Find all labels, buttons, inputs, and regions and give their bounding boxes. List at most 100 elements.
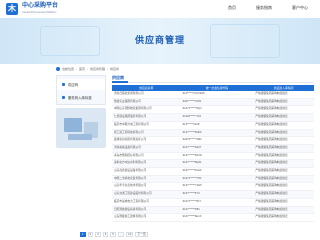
credit-code-cell: 9137******8Q61 <box>180 159 254 169</box>
pagination-button[interactable]: 1 <box>80 232 86 237</box>
credit-code-cell: 91371******T7R <box>180 175 254 184</box>
table-row[interactable]: 中国山东国际物流集团有限公司 91371******8Q4 严格遵循集团采购制度规定 <box>112 105 314 115</box>
pagination-button[interactable]: 3 <box>95 232 101 237</box>
status-cell: 严格遵循集团采购制度规定 <box>253 213 314 222</box>
status-cell: 严格遵循集团采购制度规定 <box>253 91 314 99</box>
status-cell: 严格遵循集团采购制度规定 <box>253 113 314 122</box>
status-cell: 严格遵循集团采购制度规定 <box>253 105 314 115</box>
table-row[interactable]: 济南格康设备有限公司 9137******6A07 严格遵循集团采购制度规定 <box>112 144 314 153</box>
sidebar-item-suppliers[interactable]: 供应商 <box>57 79 105 90</box>
breadcrumb-current: 供应商 <box>110 67 120 71</box>
breadcrumb-separator: › <box>107 67 109 71</box>
status-cell: 严格遵循集团采购制度规定 <box>253 206 314 215</box>
supplier-name-cell[interactable]: 鼎盛实业集团有限公司 <box>112 98 181 107</box>
table-row[interactable]: 青岛市国际招标有限公司 9137******9X2D 严格遵循集团采购制度规定 <box>112 152 314 161</box>
supplier-name-cell[interactable]: 山东交通工程建设股份有限公司 <box>112 190 181 199</box>
nav-item-customer[interactable]: 客户中心 <box>292 5 308 11</box>
supplier-name-cell[interactable]: 中国山东国际物流集团有限公司 <box>112 105 181 115</box>
table-row[interactable]: 临沂市昊峰电力工程有限公司 91371******81Y 严格遵循集团采购制度规定 <box>112 198 314 207</box>
breadcrumb-separator: › <box>87 67 89 71</box>
status-cell: 严格遵循集团采购制度规定 <box>253 136 314 145</box>
main-nav: 首页 服务指南 客户中心 <box>228 5 308 11</box>
table-row[interactable]: 曼工建工程科技有限公司 9137******52RX 严格遵循集团采购制度规定 <box>112 129 314 138</box>
brand-name: 中心采购平台 <box>22 3 59 9</box>
supplier-name-cell[interactable]: 曼工建工程科技有限公司 <box>112 129 181 138</box>
status-cell: 严格遵循集团采购制度规定 <box>253 159 314 169</box>
sidebar-illustration <box>56 108 106 148</box>
pagination-button[interactable]: 2 <box>87 232 94 237</box>
credit-code-cell: 9137******6Y0 <box>180 190 254 199</box>
table-row[interactable]: 山东商德建设设备有限公司 9137******91H3 严格遵循集团采购制度规定 <box>112 167 314 176</box>
credit-code-cell: 91320******723 <box>180 113 254 122</box>
document-icon <box>62 96 65 99</box>
table-row[interactable]: 济南日报社新闻有限公司 914******OOO2N5 严格遵循集团采购制度规定 <box>112 91 314 99</box>
table-row[interactable]: 山东华宇信息技术有限公司 9137******Y4H5 严格遵循集团采购制度规定 <box>112 182 314 192</box>
nav-item-home[interactable]: 首页 <box>228 5 236 11</box>
status-cell: 严格遵循集团采购制度规定 <box>253 182 314 192</box>
credit-code-cell: 9137******P81 <box>180 206 254 215</box>
supplier-name-cell[interactable]: 济南日报社新闻有限公司 <box>112 91 181 99</box>
table-row[interactable]: 鼎盛实业集团有限公司 9237******7A81 严格遵循集团采购制度规定 <box>112 98 314 107</box>
credit-code-cell: 92370******3M2 <box>180 136 254 145</box>
supplier-name-cell[interactable]: 深圳北方中达水利有限公司 <box>112 159 181 169</box>
breadcrumb-section[interactable]: 供应商管理 <box>90 67 105 71</box>
credit-code-cell: 9137******91H3 <box>180 167 254 176</box>
supplier-name-cell[interactable]: 鑫博家具家居有限责任公司 <box>112 136 181 145</box>
breadcrumb: 当前位置 › 首页 › 供应商管理 › 供应商 <box>56 67 119 71</box>
status-cell: 严格遵循集团采购制度规定 <box>253 175 314 184</box>
sidebar-item-label: 供应商 <box>68 82 79 87</box>
banner-title: 供应商管理 <box>134 35 185 45</box>
brand-subtitle: Central Procurement Platform <box>22 11 57 14</box>
table-row[interactable]: 仁德建设集团股份有限公司 91320******723 严格遵循集团采购制度规定 <box>112 113 314 122</box>
pagination-button[interactable]: 10 <box>126 232 134 237</box>
pagination: 1 2 3 4 5... 10 下一页 <box>80 232 148 237</box>
sidebar: 供应商 服务商入库标准 <box>56 75 106 105</box>
credit-code-cell: 9137******52RX <box>180 129 254 138</box>
table-row[interactable]: 鑫博家具家居有限责任公司 92370******3M2 严格遵循集团采购制度规定 <box>112 136 314 145</box>
sidebar-item-label: 服务商入库标准 <box>68 95 92 100</box>
pagination-ellipsis: ... <box>117 232 125 237</box>
location-icon <box>56 67 60 71</box>
supplier-name-cell[interactable]: 仁德建设集团股份有限公司 <box>112 113 181 122</box>
status-cell: 严格遵循集团采购制度规定 <box>253 167 314 176</box>
table-row[interactable]: 临沂市中联光电工程有限公司 913******2428 严格遵循集团采购制度规定 <box>112 121 314 130</box>
platform-logo[interactable]: 木 <box>6 3 18 15</box>
table-row[interactable]: 日照港航建设投资有限公司 9137******P81 严格遵循集团采购制度规定 <box>112 206 314 215</box>
status-cell: 严格遵循集团采购制度规定 <box>253 198 314 207</box>
breadcrumb-home[interactable]: 首页 <box>79 67 85 71</box>
pagination-button[interactable]: 下一页 <box>135 232 148 237</box>
title-divider <box>112 82 314 83</box>
breadcrumb-separator: › <box>76 67 78 71</box>
credit-code-cell: 91371******81Y <box>180 198 254 207</box>
table-row[interactable]: 中国二冶机电安装有限公司 91371******T7R 严格遵循集团采购制度规定 <box>112 175 314 184</box>
credit-code-cell: 91371******8Q4 <box>180 105 254 115</box>
nav-item-guide[interactable]: 服务指南 <box>256 5 272 11</box>
supplier-name-cell[interactable]: 临沂市中联光电工程有限公司 <box>112 121 181 130</box>
supplier-name-cell[interactable]: 山东商德建设设备有限公司 <box>112 167 181 176</box>
table-row[interactable]: 深圳北方中达水利有限公司 9137******8Q61 严格遵循集团采购制度规定 <box>112 159 314 169</box>
status-cell: 严格遵循集团采购制度规定 <box>253 152 314 161</box>
table-row[interactable]: 山东国顺施工建筑有限公司 9137******4E1X 严格遵循集团采购制度规定 <box>112 213 314 222</box>
supplier-name-cell[interactable]: 日照港航建设投资有限公司 <box>112 206 181 215</box>
supplier-name-cell[interactable]: 济南格康设备有限公司 <box>112 144 181 153</box>
pagination-button[interactable]: 4 <box>102 232 109 237</box>
status-cell: 严格遵循集团采购制度规定 <box>253 129 314 138</box>
pagination-button[interactable]: 5 <box>110 232 116 237</box>
title-accent <box>112 81 128 83</box>
illustration-shape <box>64 118 82 132</box>
status-cell: 严格遵循集团采购制度规定 <box>253 98 314 107</box>
top-header: 木 中心采购平台 Central Procurement Platform 首页… <box>0 0 320 18</box>
sidebar-item-standards[interactable]: 服务商入库标准 <box>57 92 105 103</box>
credit-code-cell: 9137******4E1X <box>180 213 254 222</box>
supplier-name-cell[interactable]: 中国二冶机电安装有限公司 <box>112 175 181 184</box>
status-cell: 严格遵循集团采购制度规定 <box>253 144 314 153</box>
list-icon <box>62 83 65 86</box>
supplier-name-cell[interactable]: 山东国顺施工建筑有限公司 <box>112 213 181 222</box>
credit-code-cell: 9137******6A07 <box>180 144 254 153</box>
supplier-table: 供应商名称 统一社会信用代码 供应商入库情况 济南日报社新闻有限公司 914***… <box>112 85 314 222</box>
table-row[interactable]: 山东交通工程建设股份有限公司 9137******6Y0 严格遵循集团采购制度规定 <box>112 190 314 199</box>
supplier-name-cell[interactable]: 山东华宇信息技术有限公司 <box>112 182 181 192</box>
credit-code-cell: 9137******9X2D <box>180 152 254 161</box>
supplier-name-cell[interactable]: 青岛市国际招标有限公司 <box>112 152 181 161</box>
supplier-name-cell[interactable]: 临沂市昊峰电力工程有限公司 <box>112 198 181 207</box>
